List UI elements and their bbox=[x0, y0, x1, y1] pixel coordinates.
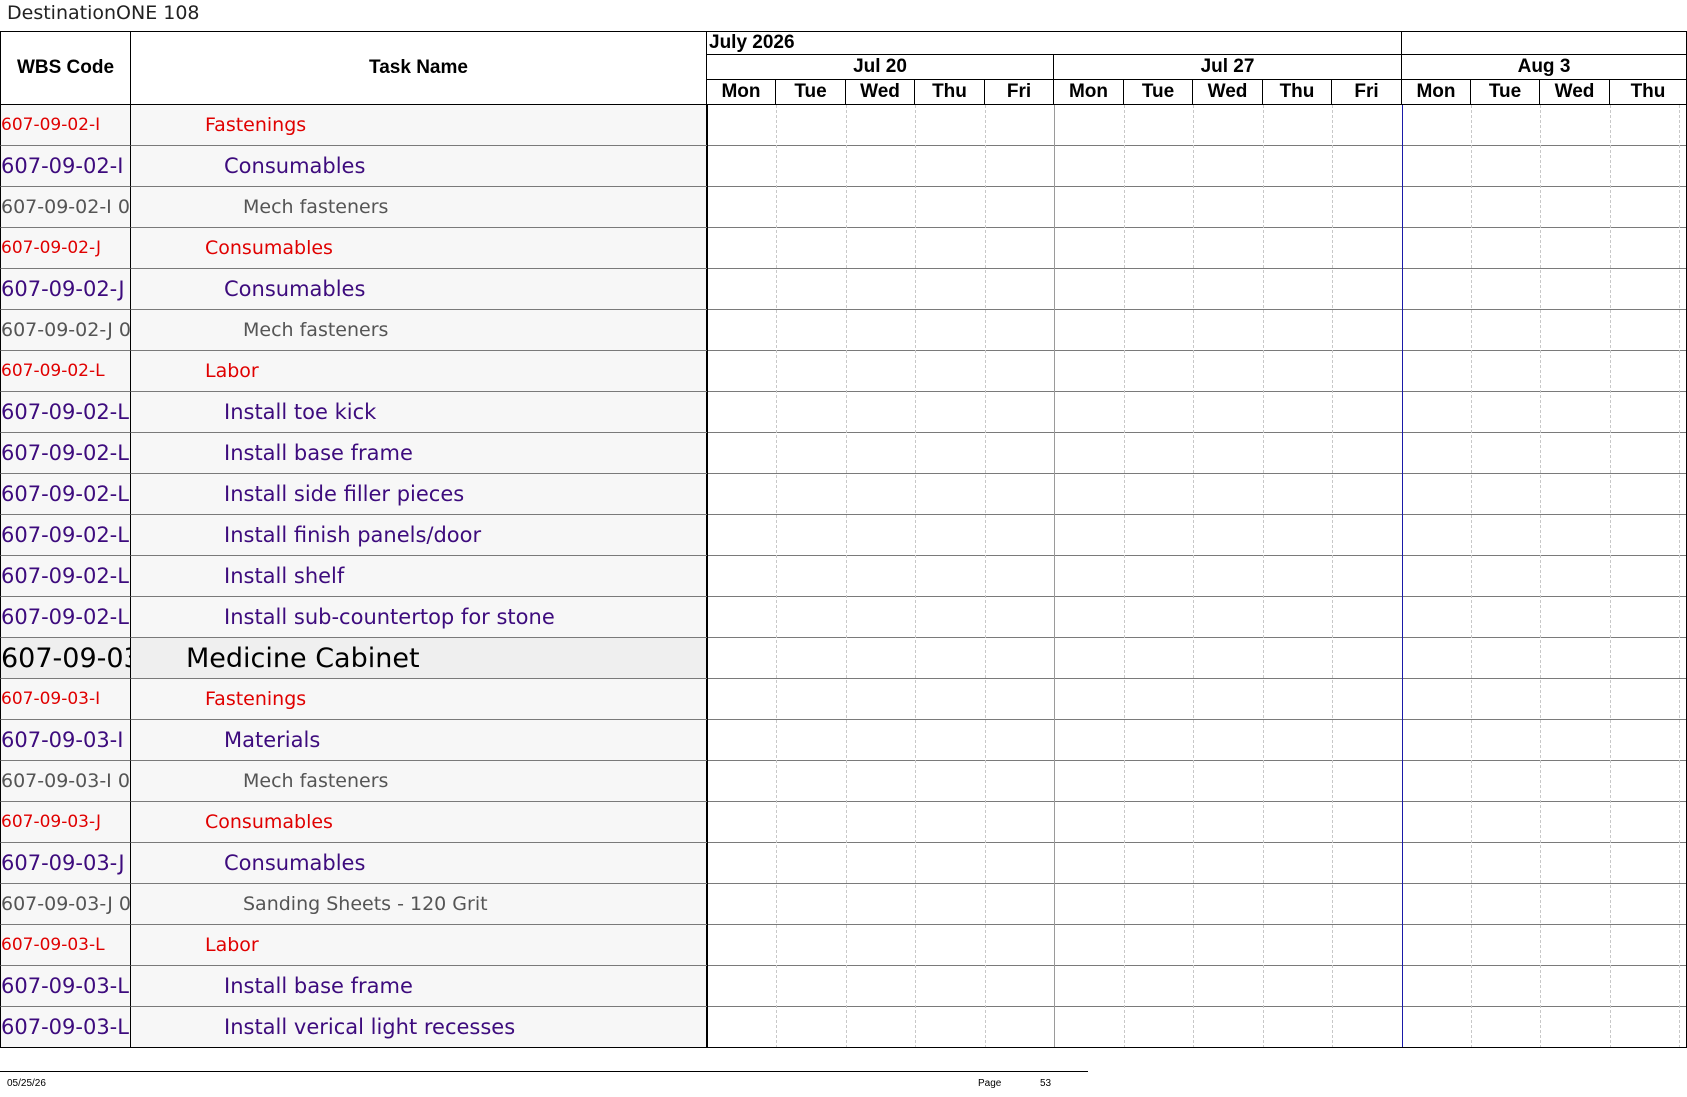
timeline-day-line bbox=[776, 105, 777, 1048]
footer-page-label: Page bbox=[978, 1078, 1002, 1089]
task-name-cell[interactable]: Consumables bbox=[131, 802, 707, 843]
month-header-july: July 2026 bbox=[707, 31, 1402, 55]
day-header-tue-6: Tue bbox=[1124, 80, 1193, 105]
wbs-code-cell[interactable]: 607-09-02-I 0 bbox=[0, 146, 131, 187]
task-name-cell[interactable]: Labor bbox=[131, 351, 707, 392]
day-header-mon-10: Mon bbox=[1402, 80, 1471, 105]
wbs-code-cell[interactable]: 607-09-03-I 0 bbox=[0, 720, 131, 761]
wbs-code-cell[interactable]: 607-09-02-L 0 bbox=[0, 392, 131, 433]
day-header-wed-2: Wed bbox=[846, 80, 915, 105]
day-header-tue-11: Tue bbox=[1471, 80, 1540, 105]
task-name-cell[interactable]: Consumables bbox=[131, 146, 707, 187]
timeline-day-line bbox=[1124, 105, 1125, 1048]
month-header-august bbox=[1402, 31, 1687, 55]
timeline-day-line bbox=[707, 105, 708, 1048]
task-name-cell[interactable]: Mech fasteners bbox=[131, 187, 707, 228]
task-name-cell[interactable]: Fastenings bbox=[131, 105, 707, 146]
task-name-cell[interactable]: Mech fasteners bbox=[131, 310, 707, 351]
week-header-jul-27: Jul 27 bbox=[1054, 55, 1402, 80]
week-header-aug-3: Aug 3 bbox=[1402, 55, 1687, 80]
wbs-code-cell[interactable]: 607-09-03-I 01- bbox=[0, 761, 131, 802]
wbs-code-cell[interactable]: 607-09-03-J 01 bbox=[0, 884, 131, 925]
day-header-wed-7: Wed bbox=[1193, 80, 1263, 105]
timeline-day-line bbox=[1193, 105, 1194, 1048]
task-name-cell[interactable]: Install finish panels/door bbox=[131, 515, 707, 556]
task-name-cell[interactable]: Install base frame bbox=[131, 433, 707, 474]
footer-rule bbox=[0, 1071, 1088, 1072]
day-header-tue-1: Tue bbox=[776, 80, 846, 105]
wbs-code-cell[interactable]: 607-09-03-L 0 bbox=[0, 1007, 131, 1048]
wbs-code-cell[interactable]: 607-09-02-L 0 bbox=[0, 597, 131, 638]
timeline-day-line bbox=[1679, 105, 1680, 1048]
wbs-code-cell[interactable]: 607-09-02-I bbox=[0, 105, 131, 146]
timeline-day-line bbox=[985, 105, 986, 1048]
day-header-fri-4: Fri bbox=[985, 80, 1054, 105]
wbs-code-cell[interactable]: 607-09-02-J bbox=[0, 228, 131, 269]
grid-bottom-border bbox=[0, 1047, 1687, 1048]
wbs-code-cell[interactable]: 607-09-02-L 0 bbox=[0, 556, 131, 597]
task-name-cell[interactable]: Sanding Sheets - 120 Grit bbox=[131, 884, 707, 925]
task-name-cell[interactable]: Install shelf bbox=[131, 556, 707, 597]
wbs-code-cell[interactable]: 607-09-02-I 01- bbox=[0, 187, 131, 228]
day-header-fri-9: Fri bbox=[1332, 80, 1402, 105]
wbs-code-cell[interactable]: 607-09-02-L 0 bbox=[0, 433, 131, 474]
task-name-cell[interactable]: Install sub-countertop for stone bbox=[131, 597, 707, 638]
wbs-code-cell[interactable]: 607-09-03 bbox=[0, 638, 131, 679]
timeline-day-line bbox=[1540, 105, 1541, 1048]
timeline-day-line bbox=[1402, 105, 1403, 1048]
day-header-thu-3: Thu bbox=[915, 80, 985, 105]
day-header-mon-0: Mon bbox=[707, 80, 776, 105]
wbs-code-cell[interactable]: 607-09-03-L 0 bbox=[0, 966, 131, 1007]
task-name-cell[interactable]: Consumables bbox=[131, 843, 707, 884]
task-name-cell[interactable]: Medicine Cabinet bbox=[131, 638, 707, 679]
task-name-cell[interactable]: Install base frame bbox=[131, 966, 707, 1007]
document-title: DestinationONE 108 bbox=[7, 2, 200, 24]
day-header-thu-8: Thu bbox=[1263, 80, 1332, 105]
timeline-day-line bbox=[1332, 105, 1333, 1048]
wbs-code-cell[interactable]: 607-09-03-J bbox=[0, 802, 131, 843]
wbs-code-cell[interactable]: 607-09-02-L bbox=[0, 351, 131, 392]
footer-page-number: 53 bbox=[1040, 1078, 1052, 1089]
day-header-wed-12: Wed bbox=[1540, 80, 1610, 105]
wbs-code-cell[interactable]: 607-09-03-I bbox=[0, 679, 131, 720]
wbs-code-cell[interactable]: 607-09-02-L 0 bbox=[0, 515, 131, 556]
task-name-cell[interactable]: Consumables bbox=[131, 269, 707, 310]
wbs-code-cell[interactable]: 607-09-03-L bbox=[0, 925, 131, 966]
wbs-code-cell[interactable]: 607-09-02-J 0 bbox=[0, 269, 131, 310]
task-name-header[interactable]: Task Name bbox=[131, 31, 707, 105]
task-name-cell[interactable]: Consumables bbox=[131, 228, 707, 269]
timeline-day-line bbox=[1610, 105, 1611, 1048]
timeline-day-line bbox=[1471, 105, 1472, 1048]
wbs-code-cell[interactable]: 607-09-02-L 0 bbox=[0, 474, 131, 515]
timeline-day-line bbox=[846, 105, 847, 1048]
timeline-day-line bbox=[915, 105, 916, 1048]
task-name-cell[interactable]: Install toe kick bbox=[131, 392, 707, 433]
wbs-code-header[interactable]: WBS Code bbox=[0, 31, 131, 105]
task-name-cell[interactable]: Labor bbox=[131, 925, 707, 966]
wbs-code-cell[interactable]: 607-09-03-J 0 bbox=[0, 843, 131, 884]
day-header-mon-5: Mon bbox=[1054, 80, 1124, 105]
timeline-day-line bbox=[1054, 105, 1055, 1048]
week-header-jul-20: Jul 20 bbox=[707, 55, 1054, 80]
footer-date: 05/25/26 bbox=[7, 1078, 46, 1089]
task-name-cell[interactable]: Materials bbox=[131, 720, 707, 761]
timeline-day-line bbox=[1263, 105, 1264, 1048]
wbs-code-cell[interactable]: 607-09-02-J 01 bbox=[0, 310, 131, 351]
task-name-cell[interactable]: Install verical light recesses bbox=[131, 1007, 707, 1048]
task-name-cell[interactable]: Install side filler pieces bbox=[131, 474, 707, 515]
day-header-thu-13: Thu bbox=[1610, 80, 1687, 105]
task-name-cell[interactable]: Fastenings bbox=[131, 679, 707, 720]
task-name-cell[interactable]: Mech fasteners bbox=[131, 761, 707, 802]
